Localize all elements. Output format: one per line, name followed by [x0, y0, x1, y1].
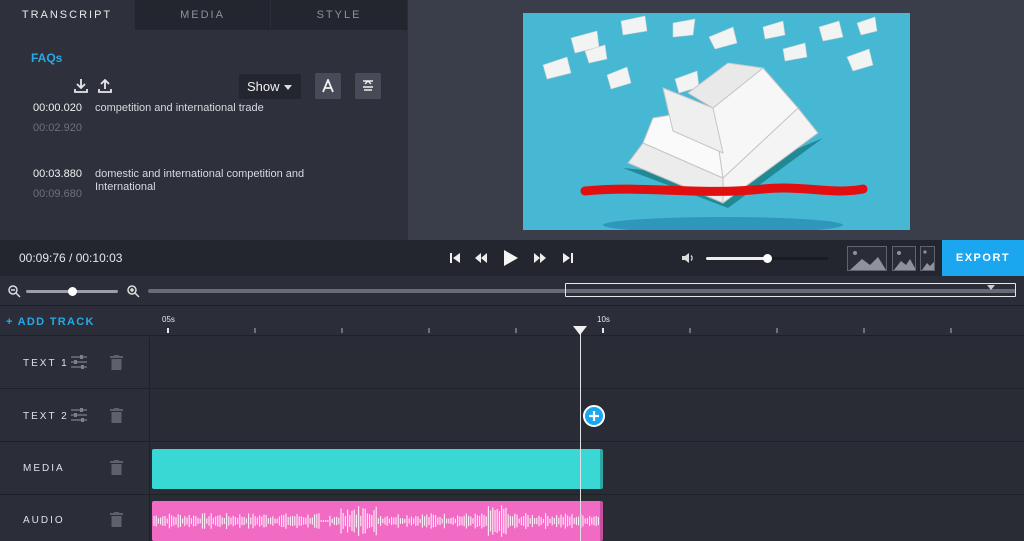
ruler-tick — [254, 328, 256, 333]
panel-tabs: TRANSCRIPT MEDIA STYLE — [0, 0, 408, 30]
track-name: AUDIO — [23, 515, 65, 526]
upload-icon[interactable] — [96, 77, 114, 95]
segment-text[interactable]: domestic and international competition a… — [95, 168, 315, 194]
square-layout-icon — [894, 251, 915, 270]
ruler-tick — [428, 328, 430, 333]
track-name: TEXT 1 — [23, 358, 69, 369]
overview-playhead-marker — [987, 285, 995, 290]
track-header: TEXT 1 — [0, 337, 150, 388]
volume-fill — [706, 257, 767, 260]
open-book-image — [542, 15, 878, 230]
download-icon[interactable] — [72, 77, 90, 95]
zoom-out-icon[interactable] — [5, 282, 23, 300]
zoom-knob[interactable] — [68, 287, 77, 296]
align-button[interactable] — [355, 73, 381, 99]
preview-area — [408, 0, 1024, 240]
timecode-display: 00:09:76 / 00:10:03 — [19, 251, 123, 265]
sliders-icon[interactable] — [70, 408, 88, 422]
faqs-link[interactable]: FAQs — [31, 51, 62, 65]
ruler-tick — [602, 328, 604, 333]
zoom-slider[interactable] — [26, 287, 118, 296]
segment-start-time[interactable]: 00:00.020 — [33, 102, 82, 114]
chevron-down-icon — [284, 85, 292, 90]
skip-end-icon[interactable] — [561, 249, 575, 267]
trash-icon[interactable] — [110, 460, 123, 475]
play-icon[interactable] — [500, 249, 520, 267]
transcript-panel: TRANSCRIPT MEDIA STYLE FAQs Show — [0, 0, 408, 240]
portrait-layout-icon — [922, 250, 934, 270]
add-clip-button[interactable] — [583, 405, 605, 427]
sliders-icon[interactable] — [70, 355, 88, 369]
align-center-icon — [363, 80, 373, 91]
timeline-ruler: + ADD TRACK 05s 10s — [0, 306, 1024, 336]
font-icon — [322, 79, 334, 93]
fast-forward-icon[interactable] — [532, 249, 548, 267]
layout-portrait-button[interactable] — [920, 246, 935, 271]
video-preview[interactable] — [523, 13, 910, 230]
audio-clip[interactable] — [152, 501, 603, 541]
track-lane[interactable] — [150, 337, 1024, 388]
ruler-tick — [950, 328, 952, 333]
track-header: TEXT 2 — [0, 390, 150, 441]
playhead-handle[interactable] — [573, 326, 587, 335]
ruler-tick — [689, 328, 691, 333]
ruler-tick — [863, 328, 865, 333]
volume-slider[interactable] — [706, 254, 828, 263]
add-track-button[interactable]: + ADD TRACK — [6, 316, 95, 328]
track-media: MEDIA — [0, 443, 1024, 495]
track-text-2: TEXT 2 — [0, 390, 1024, 442]
volume-icon[interactable] — [680, 249, 696, 267]
tab-style[interactable]: STYLE — [271, 0, 408, 30]
video-editor: TRANSCRIPT MEDIA STYLE FAQs Show 00:00.0… — [0, 0, 1024, 541]
track-lane[interactable] — [150, 443, 1024, 494]
segment-end-time[interactable]: 00:09.680 — [33, 188, 82, 200]
show-select[interactable]: Show — [239, 74, 301, 99]
tab-transcript[interactable]: TRANSCRIPT — [0, 0, 135, 30]
transport-bar: 00:09:76 / 00:10:03 EXPORT — [0, 240, 1024, 276]
ruler-tick — [515, 328, 517, 333]
track-name: TEXT 2 — [23, 411, 69, 422]
zoom-row — [0, 276, 1024, 306]
zoom-in-icon[interactable] — [124, 282, 142, 300]
rewind-icon[interactable] — [473, 249, 489, 267]
ruler-tick — [341, 328, 343, 333]
segment-start-time[interactable]: 00:03.880 — [33, 168, 82, 180]
tab-media[interactable]: MEDIA — [135, 0, 271, 30]
track-header: MEDIA — [0, 443, 150, 494]
segment-text[interactable]: competition and international trade — [95, 102, 315, 115]
trash-icon[interactable] — [110, 355, 123, 370]
layout-landscape-button[interactable] — [847, 246, 887, 271]
track-text-1: TEXT 1 — [0, 337, 1024, 389]
layout-square-button[interactable] — [892, 246, 916, 271]
media-clip[interactable] — [152, 449, 603, 489]
plus-icon — [589, 411, 599, 421]
trash-icon[interactable] — [110, 408, 123, 423]
ruler-label: 10s — [597, 315, 610, 324]
audio-waveform — [153, 505, 599, 537]
track-name: MEDIA — [23, 463, 65, 474]
ruler-label: 05s — [162, 315, 175, 324]
ruler-tick — [776, 328, 778, 333]
track-lane[interactable] — [150, 495, 1024, 541]
track-audio: AUDIO — [0, 495, 1024, 541]
show-select-value: Show — [247, 79, 280, 94]
skip-start-icon[interactable] — [448, 249, 462, 267]
font-style-button[interactable] — [315, 73, 341, 99]
volume-knob[interactable] — [763, 254, 772, 263]
segment-end-time[interactable]: 00:02.920 — [33, 122, 82, 134]
export-button[interactable]: EXPORT — [942, 240, 1024, 276]
landscape-layout-icon — [850, 251, 886, 270]
track-header: AUDIO — [0, 495, 150, 541]
overview-viewport[interactable] — [565, 283, 1016, 297]
trash-icon[interactable] — [110, 512, 123, 527]
transcript-toolbar: FAQs Show — [0, 30, 408, 99]
ruler-tick — [167, 328, 169, 333]
